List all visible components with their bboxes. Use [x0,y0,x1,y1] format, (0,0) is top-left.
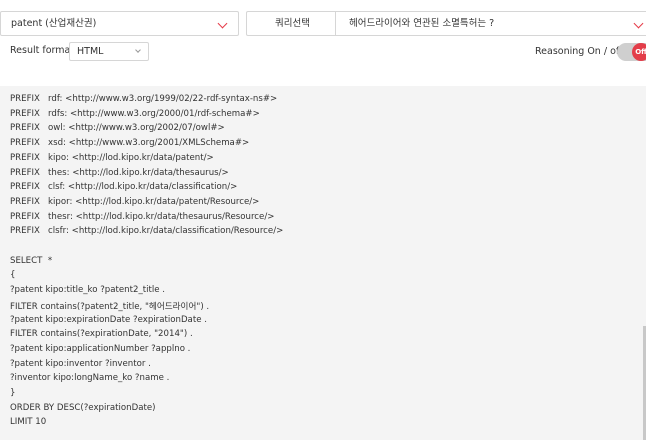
prefix-keyword: PREFIX [10,138,40,149]
prefix-declaration: kipor: <http://lod.kipo.kr/data/patent/R… [48,196,260,207]
prefix-keyword: PREFIX [10,226,40,237]
query-editor[interactable]: PREFIX rdf: <http://www.w3.org/1999/02/22… [0,86,646,440]
query-line: FILTER contains(?expirationDate, "2014")… [10,329,193,340]
result-format-label: Result format [10,45,75,56]
query-line: } [10,388,16,398]
query-select-label: 쿼리선택 [275,18,310,29]
prefix-declaration: clsfr: <http://lod.kipo.kr/data/classifi… [48,226,284,237]
query-line: LIMIT 10 [10,417,47,428]
toggle-knob: Off [632,43,646,61]
query-line: SELECT * [10,255,53,266]
query-select[interactable]: 쿼리선택 헤어드라이어와 연관된 소멸특허는 ? [246,11,646,36]
result-format-select[interactable]: HTML [69,42,149,61]
prefix-keyword: PREFIX [10,94,40,104]
prefix-keyword: PREFIX [10,196,40,207]
prefix-declaration: xsd: <http://www.w3.org/2001/XMLSchema#> [48,138,250,149]
prefix-keyword: PREFIX [10,123,40,134]
query-line: { [10,270,16,281]
query-select-value: 헤어드라이어와 연관된 소멸특허는 ? [349,18,495,29]
query-line: ?patent kipo:inventor ?inventor . [10,358,151,369]
prefix-declaration: rdfs: <http://www.w3.org/2000/01/rdf-sch… [48,108,260,119]
query-line: ORDER BY DESC(?expirationDate) [10,402,156,413]
prefix-keyword: PREFIX [10,108,40,119]
prefix-declaration: rdf: <http://www.w3.org/1999/02/22-rdf-s… [48,94,278,104]
prefix-keyword: PREFIX [10,182,40,193]
query-line: ?patent kipo:title_ko ?patent2_title . [10,285,166,296]
dataset-select[interactable]: patent (산업재산권) [0,11,239,36]
toolbar: patent (산업재산권) 쿼리선택 헤어드라이어와 연관된 소멸특허는 ? … [0,0,646,86]
chevron-down-icon [217,18,228,29]
query-line: ?patent kipo:applicationNumber ?applno . [10,343,191,354]
prefix-keyword: PREFIX [10,167,40,178]
prefix-keyword: PREFIX [10,152,40,163]
prefix-declaration: thes: <http://lod.kipo.kr/data/thesaurus… [48,167,229,178]
reasoning-toggle[interactable]: Off [617,43,646,61]
prefix-declaration: owl: <http://www.w3.org/2002/07/owl#> [48,123,225,134]
query-line: ?inventor kipo:longName_ko ?name . [10,373,170,384]
query-line: ?patent kipo:expirationDate ?expirationD… [10,314,207,325]
chevron-down-icon [135,47,141,53]
divider [335,12,336,35]
prefix-declaration: kipo: <http://lod.kipo.kr/data/patent/> [48,152,214,163]
reasoning-label: Reasoning On / off [535,46,623,57]
prefix-keyword: PREFIX [10,211,40,222]
query-line: FILTER contains(?patent2_title, "헤어드라이어"… [10,301,210,312]
result-format-value: HTML [77,46,104,57]
chevron-down-icon [633,18,644,29]
prefix-declaration: thesr: <http://lod.kipo.kr/data/thesauru… [48,211,275,222]
prefix-declaration: clsf: <http://lod.kipo.kr/data/classific… [48,182,238,193]
dataset-select-value: patent (산업재산권) [11,18,97,29]
